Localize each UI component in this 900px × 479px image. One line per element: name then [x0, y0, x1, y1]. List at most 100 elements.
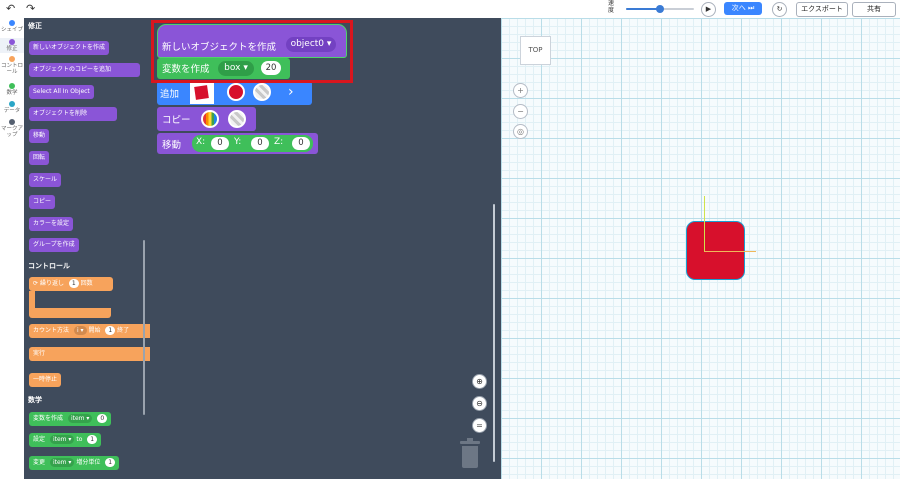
math-change-label: 変更 [33, 459, 46, 466]
palette-block-count-do: 実行 [29, 347, 150, 361]
workspace-scrollbar[interactable] [493, 204, 495, 462]
view-cube[interactable]: TOP [520, 36, 551, 65]
reset-button[interactable]: ↻ [772, 2, 787, 17]
zoom-reset-icon[interactable]: = [472, 418, 487, 433]
step-forward-icon: ⏭ [747, 4, 755, 12]
category-dot-icon [9, 20, 15, 26]
category-label: マークアップ [0, 126, 23, 138]
red-cube-icon [194, 85, 209, 100]
math-set-to: to [76, 436, 83, 443]
palette-block-scale[interactable]: スケール [29, 173, 62, 187]
math-create-var-dropdown[interactable]: item ▾ [67, 414, 93, 423]
zoom-in-icon[interactable]: ⊕ [472, 374, 487, 389]
math-change-by: 増分単位 [76, 459, 101, 466]
color-swatch-red[interactable] [227, 83, 245, 101]
zoom-out-icon[interactable]: ⊖ [472, 396, 487, 411]
palette-block-new-object[interactable]: 新しいオブジェクトを作成 [29, 41, 110, 55]
math-change-value[interactable]: 1 [105, 458, 116, 467]
category-dot-icon [9, 83, 15, 89]
category-math[interactable]: 数学 [0, 83, 24, 96]
move-z-label: Z: [274, 137, 284, 147]
palette-block-set-color[interactable]: カラーを設定 [29, 217, 74, 231]
block-move-label: 移動 [162, 140, 182, 151]
category-dot-icon [9, 56, 15, 62]
do-label: 実行 [33, 350, 46, 357]
share-button[interactable]: 共有 [852, 2, 896, 17]
material-swatch-none[interactable] [228, 110, 246, 128]
palette-block-add-copy[interactable]: オブジェクトのコピーを追加 [29, 63, 140, 77]
category-data[interactable]: データ [0, 101, 24, 114]
viewport-fit-icon[interactable]: ◎ [513, 124, 528, 139]
block-add-label: 追加 [160, 89, 180, 100]
palette-block-copy[interactable]: コピー [29, 195, 56, 209]
category-shapes[interactable]: シェイプ [0, 20, 24, 33]
move-y-field[interactable]: 0 [251, 137, 269, 150]
viewport-zoom-out-icon[interactable]: − [513, 104, 528, 119]
palette-block-delete-object[interactable]: オブジェクトを削除 [29, 107, 117, 121]
repeat-label: 繰り返し [39, 280, 64, 287]
palette-block-set-variable[interactable]: 設定 item ▾ to 1 [29, 433, 102, 447]
block-palette: 修正 新しいオブジェクトを作成 オブジェクトのコピーを追加 Select All… [24, 18, 150, 479]
repeat-block-foot [29, 308, 111, 318]
count-end-label: 終了 [117, 327, 130, 334]
category-modify[interactable]: 修正 [0, 38, 24, 53]
palette-scrollbar[interactable] [143, 240, 145, 415]
category-label: コントロール [0, 63, 23, 75]
category-dot-icon [9, 101, 15, 107]
export-button[interactable]: エクスポート [796, 2, 848, 17]
category-control[interactable]: コントロール [0, 56, 24, 75]
category-sidebar: シェイプ 修正 コントロール 数学 データ マークアップ [0, 18, 25, 479]
viewport-zoom-in-icon[interactable]: + [513, 83, 528, 98]
trash-icon[interactable] [460, 438, 480, 468]
play-button[interactable]: ▶ [701, 2, 716, 17]
move-x-label: X: [196, 137, 206, 147]
category-label: シェイプ [0, 27, 23, 33]
palette-block-select-all[interactable]: Select All In Object [29, 85, 94, 99]
speed-label: 速度 [607, 0, 614, 14]
palette-block-rotate[interactable]: 回転 [29, 151, 50, 165]
y-axis-line [704, 196, 705, 252]
palette-block-repeat[interactable]: ⟳ 繰り返し 1 回数 [29, 277, 113, 291]
next-button[interactable]: 次へ ⏭ [724, 2, 762, 15]
block-copy-label: コピー [162, 115, 191, 126]
category-label: 数学 [6, 90, 18, 96]
math-change-var-dropdown[interactable]: item ▾ [49, 458, 75, 467]
speed-slider[interactable] [626, 5, 694, 13]
speed-slider-handle[interactable] [656, 5, 664, 13]
category-label: 修正 [6, 46, 18, 52]
palette-block-create-variable[interactable]: 変数を作成 item ▾ 0 [29, 412, 112, 426]
count-var-dropdown[interactable]: i ▾ [73, 326, 87, 335]
count-start[interactable]: 1 [105, 326, 116, 335]
palette-block-count[interactable]: カウント方法 i ▾ 開始 1 終了 [29, 324, 150, 338]
count-label: カウント方法 [33, 327, 70, 334]
count-start-label: 開始 [88, 327, 101, 334]
math-set-var-dropdown[interactable]: item ▾ [49, 435, 75, 444]
repeat-icon: ⟳ [33, 280, 39, 287]
rainbow-color-icon[interactable] [201, 110, 219, 128]
palette-block-change-variable[interactable]: 変更 item ▾ 増分単位 1 [29, 456, 120, 470]
palette-section-modify: 修正 [28, 22, 42, 30]
palette-block-move[interactable]: 移動 [29, 129, 50, 143]
play-icon: ▶ [705, 5, 712, 13]
category-dot-icon [9, 119, 15, 125]
redo-icon[interactable]: ↷ [26, 2, 35, 15]
category-markup[interactable]: マークアップ [0, 119, 24, 138]
move-x-field[interactable]: 0 [211, 137, 229, 150]
repeat-count[interactable]: 1 [68, 279, 79, 288]
math-set-value[interactable]: 1 [87, 435, 98, 444]
palette-block-create-group[interactable]: グループを作成 [29, 238, 79, 252]
shape-preview[interactable] [190, 82, 214, 104]
annotation-highlight-box [151, 20, 353, 83]
move-z-field[interactable]: 0 [292, 137, 310, 150]
math-create-value[interactable]: 0 [97, 414, 108, 423]
palette-block-pause[interactable]: 一時停止 [29, 373, 62, 387]
palette-section-math: 数学 [28, 396, 42, 404]
x-axis-line [704, 251, 756, 252]
next-button-label: 次へ [731, 4, 746, 12]
math-create-label: 変数を作成 [33, 415, 64, 422]
undo-icon[interactable]: ↶ [6, 2, 15, 15]
reset-icon: ↻ [776, 5, 783, 13]
chevron-right-icon[interactable]: › [288, 84, 294, 100]
material-swatch-none[interactable] [253, 83, 271, 101]
move-y-label: Y: [234, 137, 242, 147]
